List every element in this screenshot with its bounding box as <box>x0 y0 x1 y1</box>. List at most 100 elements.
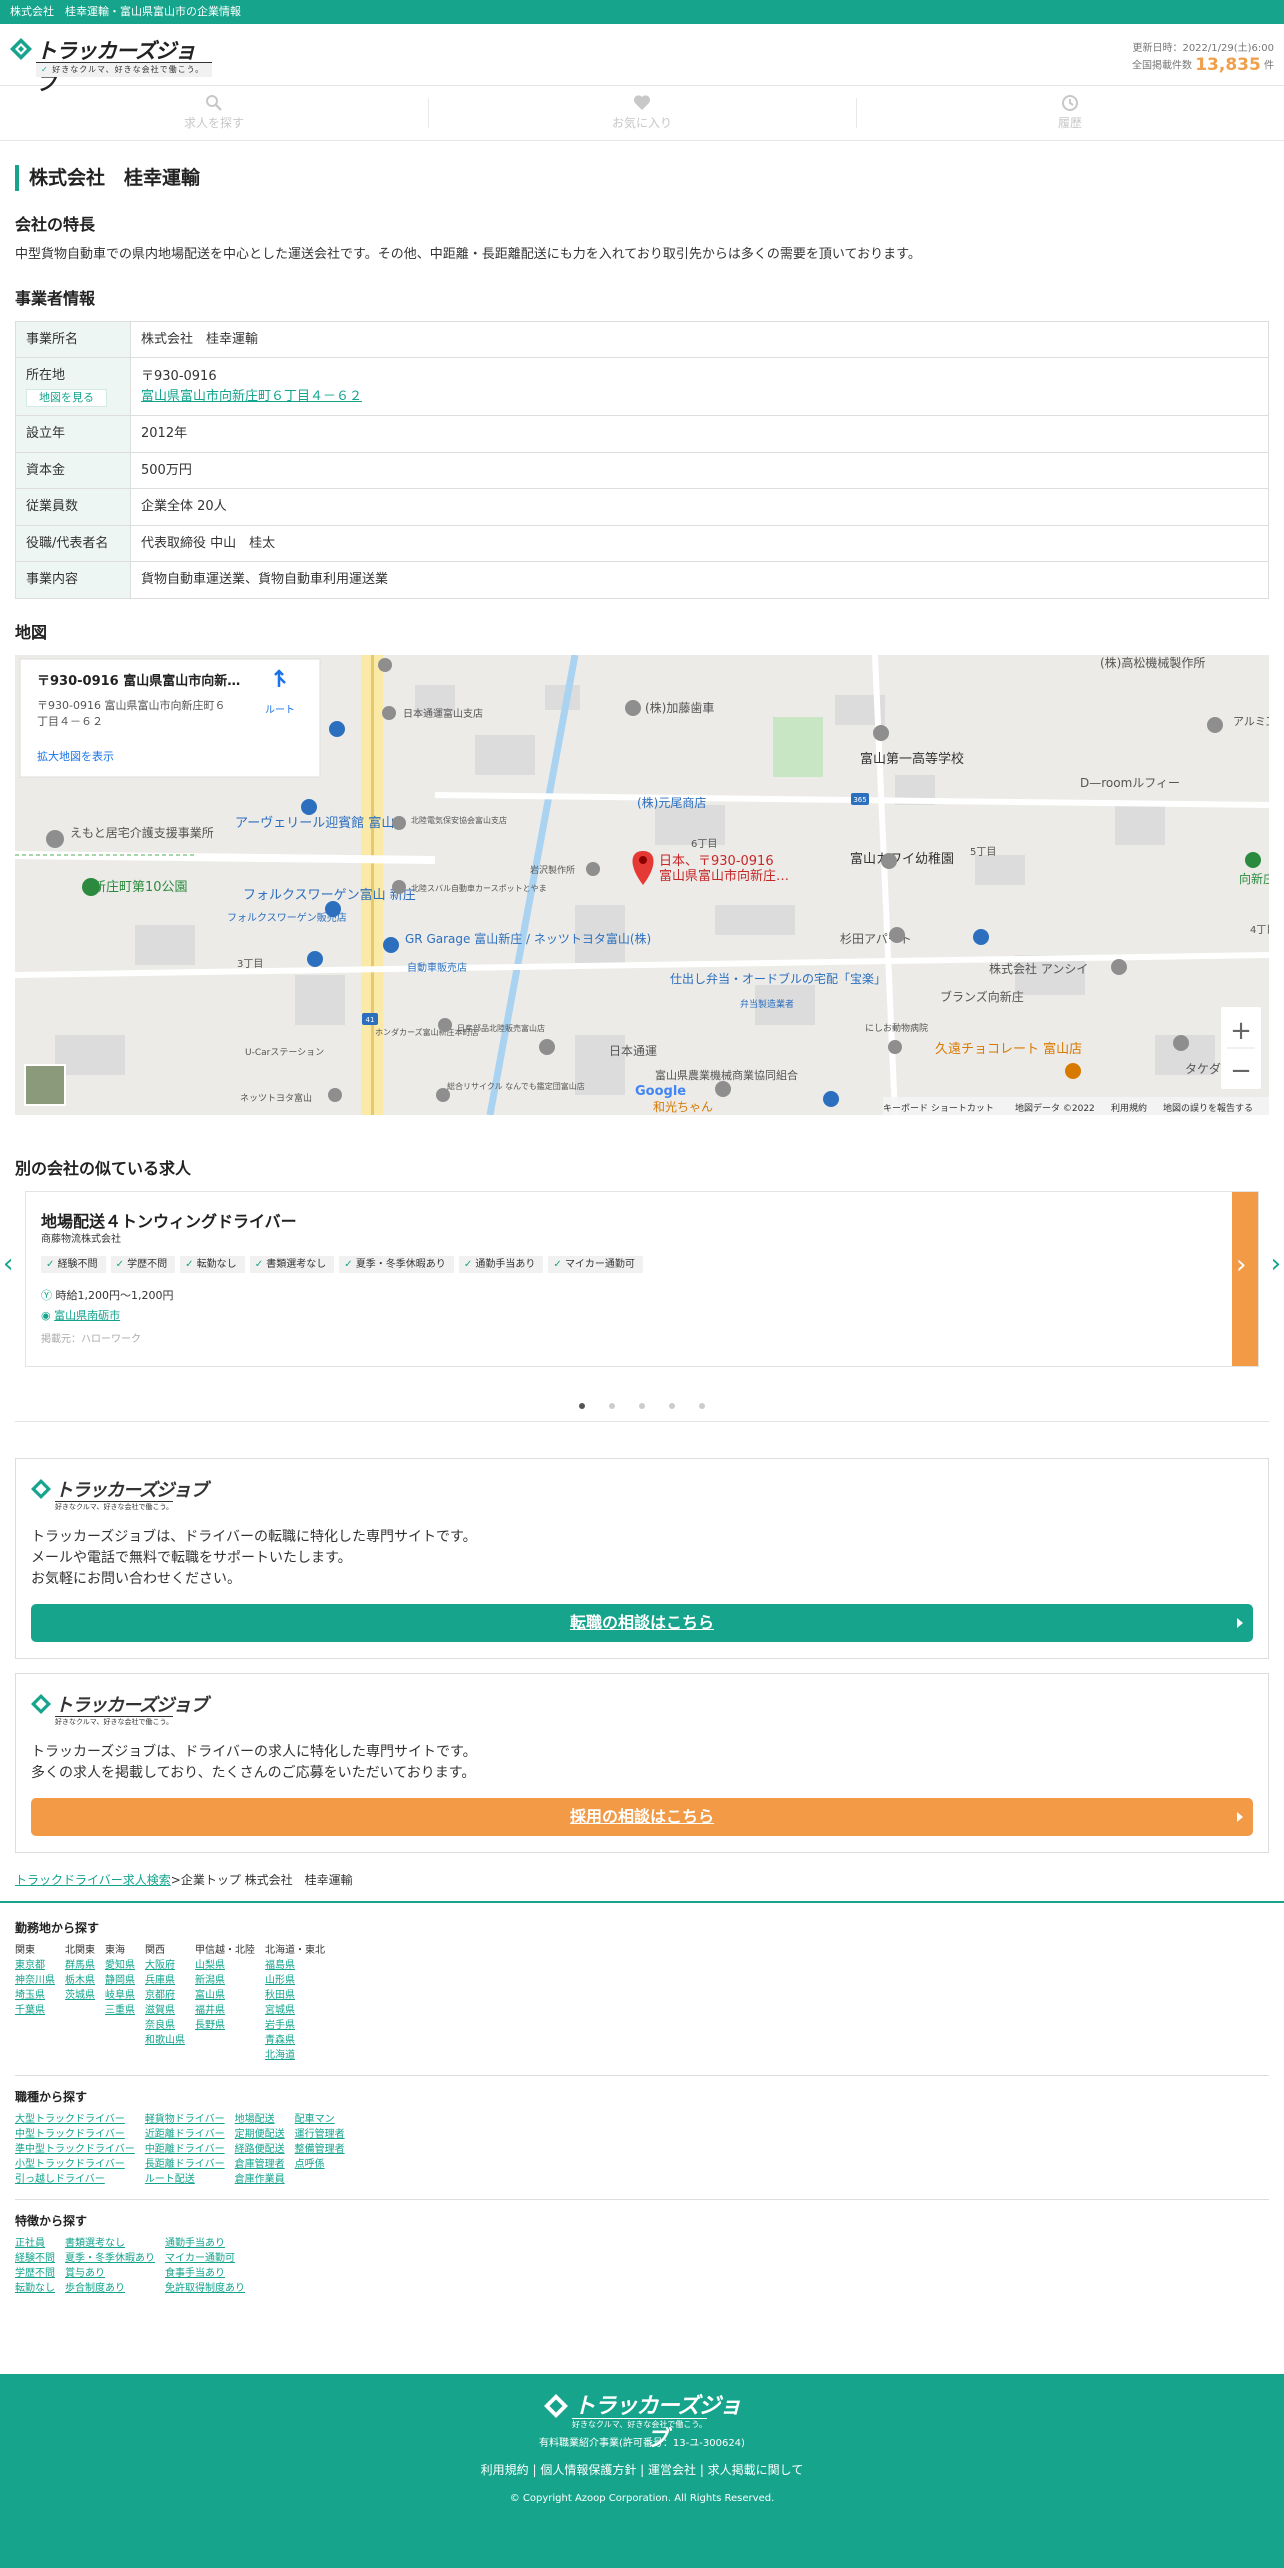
footer-link[interactable]: 地場配送 <box>235 2112 285 2127</box>
map-label: 株式会社 アンシイ <box>989 961 1088 976</box>
popup-route-link[interactable]: ルート <box>265 705 295 716</box>
footer-link[interactable]: 群馬県 <box>65 1958 95 1973</box>
footer-link[interactable]: 宮城県 <box>265 2003 325 2018</box>
footer-link[interactable]: 学歴不問 <box>15 2266 55 2281</box>
footer-link[interactable]: 整備管理者 <box>295 2142 345 2157</box>
pagination-dot[interactable] <box>579 1402 585 1409</box>
job-location-link[interactable]: 富山県南砺市 <box>54 1309 120 1322</box>
footer-link[interactable]: 経路便配送 <box>235 2142 285 2157</box>
footer-link[interactable]: 新潟県 <box>195 1973 255 1988</box>
footer-link[interactable]: 岩手県 <box>265 2018 325 2033</box>
footer-link[interactable]: 栃木県 <box>65 1973 95 1988</box>
carousel-next-button[interactable]: › <box>1271 1251 1281 1277</box>
footer-logo[interactable]: トラッカーズジョブ 好きなクルマ、好きな会社で働こう。 <box>542 2390 742 2452</box>
footer-link[interactable]: 倉庫作業員 <box>235 2172 285 2187</box>
footer-link[interactable]: 配車マン <box>295 2112 345 2127</box>
view-map-button[interactable]: 地図を見る <box>26 388 107 407</box>
site-logo[interactable]: トラッカーズジョブ 好きなクルマ、好きな会社で働こう。 <box>10 36 213 95</box>
breadcrumb-link[interactable]: トラックドライバー求人検索 <box>15 1873 171 1887</box>
footer-link-column: 書類選考なし 夏季・冬季休暇あり 賞与あり 歩合制度あり <box>65 2236 155 2296</box>
career-consult-button[interactable]: 転職の相談はこちら <box>31 1603 1253 1642</box>
footer-link[interactable]: 長距離ドライバー <box>145 2157 225 2172</box>
footer-link[interactable]: 定期便配送 <box>235 2127 285 2142</box>
footer-link[interactable]: 食事手当あり <box>165 2266 245 2281</box>
footer-link[interactable]: 準中型トラックドライバー <box>15 2142 135 2157</box>
footer-link[interactable]: 奈良県 <box>145 2018 185 2033</box>
footer-link[interactable]: 点呼係 <box>295 2157 345 2172</box>
pagination-dot[interactable] <box>669 1402 675 1409</box>
top-bar: 株式会社 桂幸運輸・富山県富山市の企業情報 <box>0 0 1284 24</box>
nav-search-label: 求人を探す <box>183 116 244 130</box>
footer-link[interactable]: 倉庫管理者 <box>235 2157 285 2172</box>
hiring-consult-button[interactable]: 採用の相談はこちら <box>31 1797 1253 1836</box>
zoom-out-button[interactable]: − <box>1230 1056 1252 1086</box>
footer-link[interactable]: 大阪府 <box>145 1958 185 1973</box>
footer-link[interactable]: 長野県 <box>195 2018 255 2033</box>
footer-link[interactable]: 福島県 <box>265 1958 325 1973</box>
footer-link[interactable]: 秋田県 <box>265 1988 325 2003</box>
footer-link[interactable]: 中型トラックドライバー <box>15 2127 135 2142</box>
pagination-dot[interactable] <box>639 1402 645 1409</box>
satellite-toggle[interactable] <box>24 1063 66 1106</box>
job-card[interactable]: 地場配送４トンウィングドライバー 商藤物流株式会社 経験不問 学歴不問 転勤なし… <box>25 1190 1259 1367</box>
footer-link[interactable]: 愛知県 <box>105 1958 135 1973</box>
footer-link[interactable]: 茨城県 <box>65 1988 95 2003</box>
footer-link[interactable]: 兵庫県 <box>145 1973 185 1988</box>
footer-link[interactable]: 大型トラックドライバー <box>15 2112 135 2127</box>
footer-link[interactable]: 神奈川県 <box>15 1973 55 1988</box>
popup-enlarge-link[interactable]: 拡大地図を表示 <box>37 749 114 763</box>
footer-link[interactable]: 山形県 <box>265 1973 325 1988</box>
footer-link[interactable]: 夏季・冬季休暇あり <box>65 2251 155 2266</box>
footer-link[interactable]: 千葉県 <box>15 2003 55 2018</box>
map-terms-link[interactable]: 利用規約 <box>1111 1102 1147 1114</box>
pagination-dot[interactable] <box>699 1402 705 1409</box>
footer-link[interactable]: 転勤なし <box>15 2281 55 2296</box>
footer-link[interactable]: 賞与あり <box>65 2266 155 2281</box>
footer-link[interactable]: 三重県 <box>105 2003 135 2018</box>
footer-link[interactable]: 北海道 <box>265 2048 325 2063</box>
nav-search[interactable]: 求人を探す <box>0 86 428 140</box>
footer-link[interactable]: 滋賀県 <box>145 2003 185 2018</box>
header-stats: 更新日時：2022/1/29(土)6:00 全国掲載件数 13,835 件 <box>1132 40 1274 75</box>
footer-link[interactable]: 軽貨物ドライバー <box>145 2112 225 2127</box>
footer-link[interactable]: 正社員 <box>15 2236 55 2251</box>
footer-link[interactable]: 埼玉県 <box>15 1988 55 2003</box>
footer-link[interactable]: 富山県 <box>195 1988 255 2003</box>
footer-link[interactable]: 東京都 <box>15 1958 55 1973</box>
footer-link[interactable]: 経験不問 <box>15 2251 55 2266</box>
map-shortcuts-link[interactable]: キーボード ショートカット <box>883 1103 994 1114</box>
map-label: 北陸電気保安協会富山支店 <box>411 815 507 825</box>
footer-links[interactable]: 利用規約 | 個人情報保護方針 | 運営会社 | 求人掲載に関して <box>0 2461 1284 2479</box>
google-map[interactable]: 365 41 日本通運富山支店 (株)加藤歯車 (株)高松機械製作所 富山第一高… <box>15 654 1269 1115</box>
footer-link[interactable]: 引っ越しドライバー <box>15 2172 135 2187</box>
footer-link[interactable]: 福井県 <box>195 2003 255 2018</box>
nav-history[interactable]: 履歴 <box>856 86 1284 140</box>
footer-link[interactable]: 静岡県 <box>105 1973 135 1988</box>
footer-link[interactable]: 小型トラックドライバー <box>15 2157 135 2172</box>
pagination-dot[interactable] <box>609 1402 615 1409</box>
footer-link[interactable]: 書類選考なし <box>65 2236 155 2251</box>
footer-link[interactable]: 青森県 <box>265 2033 325 2048</box>
footer-link[interactable]: 歩合制度あり <box>65 2281 155 2296</box>
footer-link[interactable]: 近距離ドライバー <box>145 2127 225 2142</box>
map-canvas[interactable]: 365 41 日本通運富山支店 (株)加藤歯車 (株)高松機械製作所 富山第一高… <box>15 654 1269 1115</box>
carousel-prev-button[interactable]: ‹ <box>3 1251 13 1277</box>
footer-link[interactable]: 岐阜県 <box>105 1988 135 2003</box>
footer-link[interactable]: 免許取得制度あり <box>165 2281 245 2296</box>
footer-link[interactable]: 山梨県 <box>195 1958 255 1973</box>
map-report-link[interactable]: 地図の誤りを報告する <box>1163 1102 1253 1114</box>
logo-diamond-icon <box>31 1478 51 1499</box>
zoom-in-button[interactable]: + <box>1230 1016 1252 1046</box>
footer-link[interactable]: 通勤手当あり <box>165 2236 245 2251</box>
footer-link[interactable]: ルート配送 <box>145 2172 225 2187</box>
promo-logo-name: トラッカーズジョブ <box>55 1694 208 1716</box>
nav-favorites[interactable]: お気に入り <box>428 86 856 140</box>
footer-link[interactable]: マイカー通勤可 <box>165 2251 245 2266</box>
address-link[interactable]: 富山県富山市向新庄町６丁目４－６２ <box>141 389 362 404</box>
footer-link[interactable]: 京都府 <box>145 1988 185 2003</box>
footer-link-column: 軽貨物ドライバー 近距離ドライバー 中距離ドライバー 長距離ドライバー ルート配送 <box>145 2112 225 2187</box>
footer-link[interactable]: 運行管理者 <box>295 2127 345 2142</box>
footer-link[interactable]: 和歌山県 <box>145 2033 185 2048</box>
footer-link[interactable]: 中距離ドライバー <box>145 2142 225 2157</box>
card-next-strip[interactable]: › <box>1232 1191 1258 1366</box>
